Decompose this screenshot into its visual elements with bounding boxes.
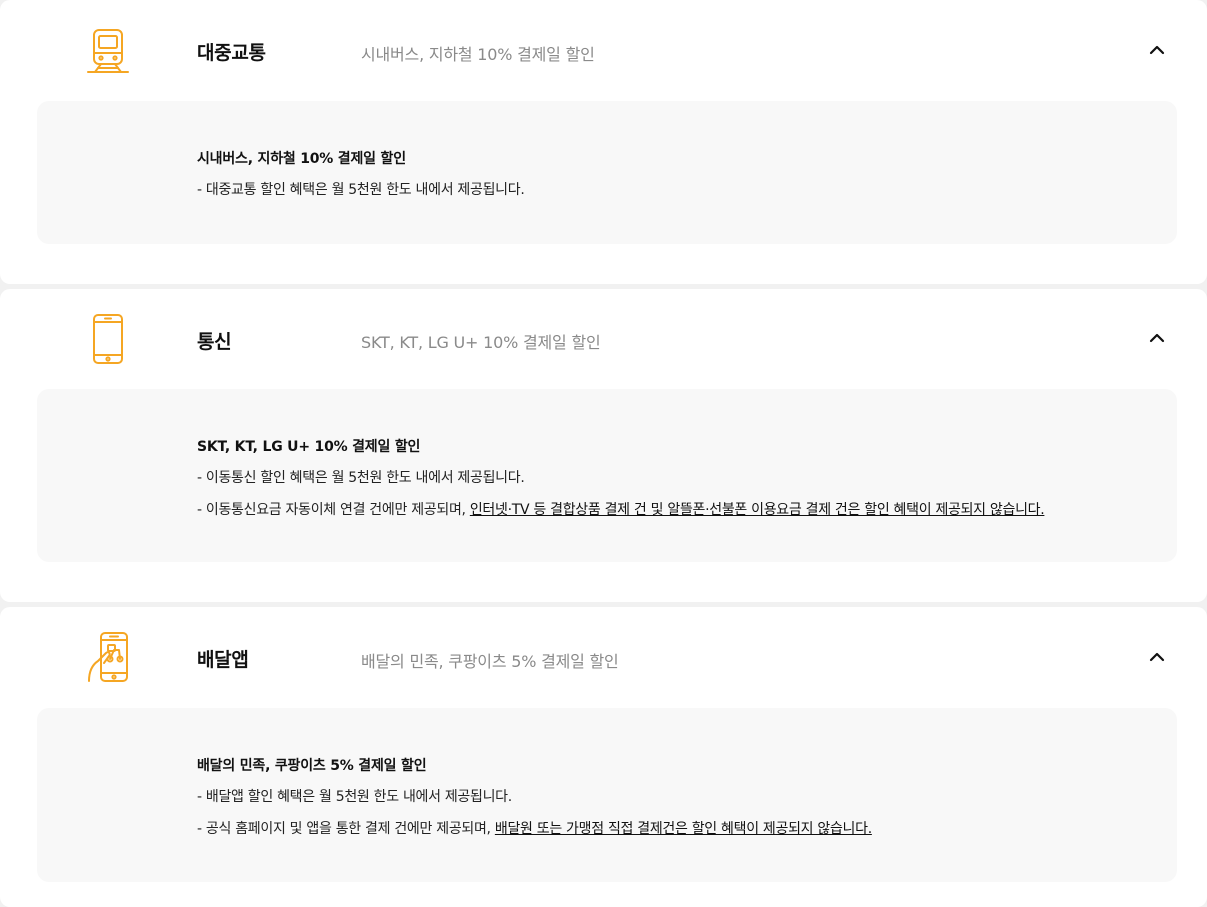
section-title: 대중교통 bbox=[197, 42, 266, 64]
smartphone-icon bbox=[84, 313, 132, 365]
section-title: 통신 bbox=[197, 331, 232, 353]
benefit-section-telecom: 통신 SKT, KT, LG U+ 10% 결제일 할인 SKT, KT, LG… bbox=[0, 289, 1207, 602]
detail-title: SKT, KT, LG U+ 10% 결제일 할인 bbox=[197, 439, 421, 455]
collapse-chevron-up-icon[interactable] bbox=[1145, 326, 1169, 350]
detail-note: - 배달앱 할인 혜택은 월 5천원 한도 내에서 제공됩니다. bbox=[197, 789, 512, 805]
collapse-chevron-up-icon[interactable] bbox=[1145, 38, 1169, 62]
section-subtitle: 배달의 민족, 쿠팡이츠 5% 결제일 할인 bbox=[361, 652, 619, 671]
section-subtitle: SKT, KT, LG U+ 10% 결제일 할인 bbox=[361, 333, 601, 352]
train-icon bbox=[84, 26, 132, 78]
detail-note: - 대중교통 할인 혜택은 월 5천원 한도 내에서 제공됩니다. bbox=[197, 182, 525, 198]
section-subtitle: 시내버스, 지하철 10% 결제일 할인 bbox=[361, 45, 595, 64]
detail-note-link[interactable]: 배달원 또는 가맹점 직접 결제건은 할인 혜택이 제공되지 않습니다. bbox=[495, 821, 872, 837]
detail-panel: SKT, KT, LG U+ 10% 결제일 할인 - 이동통신 할인 혜택은 … bbox=[37, 389, 1177, 562]
detail-panel: 시내버스, 지하철 10% 결제일 할인 - 대중교통 할인 혜택은 월 5천원… bbox=[37, 101, 1177, 244]
section-title: 배달앱 bbox=[197, 649, 249, 671]
benefit-section-transit: 대중교통 시내버스, 지하철 10% 결제일 할인 시내버스, 지하철 10% … bbox=[0, 0, 1207, 284]
detail-note: - 이동통신요금 자동이체 연결 건에만 제공되며, 인터넷·TV 등 결합상품… bbox=[197, 499, 1045, 519]
detail-title: 시내버스, 지하철 10% 결제일 할인 bbox=[197, 151, 406, 167]
detail-note: - 이동통신 할인 혜택은 월 5천원 한도 내에서 제공됩니다. bbox=[197, 470, 525, 486]
detail-note-link[interactable]: 인터넷·TV 등 결합상품 결제 건 및 알뜰폰·선불폰 이용요금 결제 건은 … bbox=[470, 502, 1045, 518]
delivery-app-icon bbox=[84, 631, 132, 683]
benefit-section-delivery: 배달앱 배달의 민족, 쿠팡이츠 5% 결제일 할인 배달의 민족, 쿠팡이츠 … bbox=[0, 607, 1207, 907]
collapse-chevron-up-icon[interactable] bbox=[1145, 645, 1169, 669]
detail-panel: 배달의 민족, 쿠팡이츠 5% 결제일 할인 - 배달앱 할인 혜택은 월 5천… bbox=[37, 708, 1177, 882]
detail-title: 배달의 민족, 쿠팡이츠 5% 결제일 할인 bbox=[197, 758, 427, 774]
detail-note: - 공식 홈페이지 및 앱을 통한 결제 건에만 제공되며, 배달원 또는 가맹… bbox=[197, 818, 872, 838]
detail-note-text: - 공식 홈페이지 및 앱을 통한 결제 건에만 제공되며, bbox=[197, 821, 495, 837]
detail-note-text: - 이동통신요금 자동이체 연결 건에만 제공되며, bbox=[197, 502, 470, 518]
